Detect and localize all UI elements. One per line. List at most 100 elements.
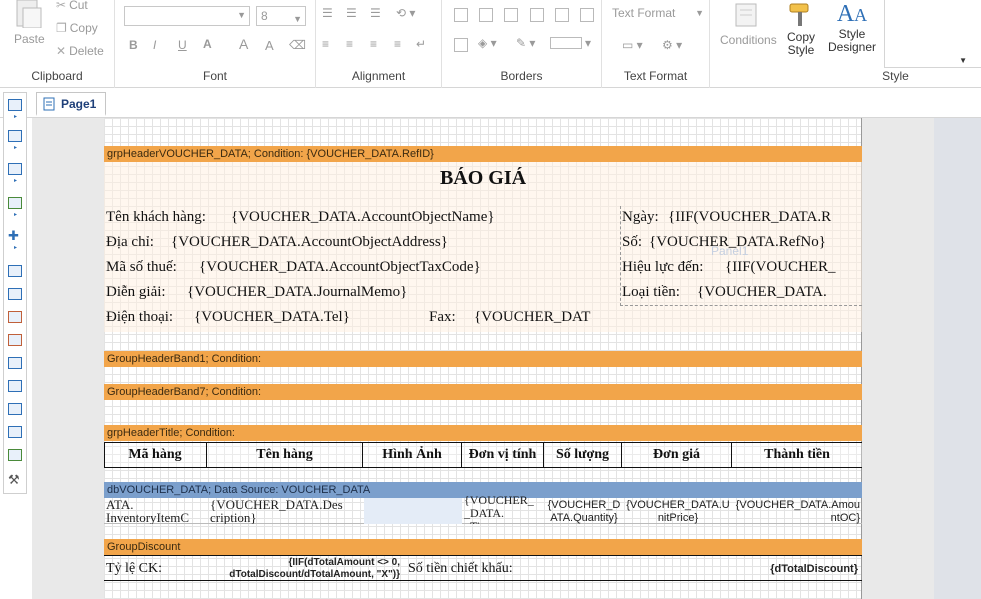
align-right-icon[interactable]: ≡	[370, 37, 377, 51]
field-tax-code[interactable]: {VOUCHER_DATA.AccountObjectTaxCode}	[199, 259, 609, 276]
align-middle-icon[interactable]: ☰	[346, 6, 357, 20]
detail-cell-image[interactable]	[364, 498, 462, 524]
label-discount-rate[interactable]: Tỷ lệ CK:	[106, 561, 162, 577]
col-header-quantity[interactable]: Số lượng	[544, 443, 622, 467]
format-settings-icon[interactable]: ⚙ ▾	[662, 38, 682, 52]
label-memo[interactable]: Diễn giải:	[106, 284, 166, 301]
fill-color-icon[interactable]: ◈ ▾	[478, 36, 497, 50]
align-center-icon[interactable]: ≡	[346, 37, 353, 51]
label-valid-until[interactable]: Hiệu lực đến:	[622, 259, 703, 276]
align-bottom-icon[interactable]: ☰	[370, 6, 381, 20]
text-format-combo[interactable]: Text Format ▼	[612, 6, 704, 20]
border-none-icon[interactable]	[580, 8, 594, 22]
toolbox-text-icon[interactable]	[8, 265, 22, 277]
field-valid-until[interactable]: {IIF(VOUCHER_	[725, 259, 853, 276]
col-header-item-name[interactable]: Tên hàng	[207, 443, 363, 467]
field-phone[interactable]: {VOUCHER_DATA.Tel}	[194, 309, 424, 326]
toolbox-image-icon[interactable]	[8, 197, 22, 209]
field-date[interactable]: {IIF(VOUCHER_DATA.R	[668, 209, 858, 226]
align-top-icon[interactable]: ☰	[322, 6, 333, 20]
design-canvas[interactable]: grpHeaderVOUCHER_DATA; Condition: {VOUCH…	[32, 118, 981, 599]
band-group-header-7[interactable]: GroupHeaderBand7; Condition:	[104, 384, 862, 400]
label-address[interactable]: Địa chỉ:	[106, 234, 154, 251]
toolbox-subreport-icon[interactable]	[8, 163, 22, 175]
label-ref-no[interactable]: Số:	[622, 234, 642, 251]
justify-icon[interactable]: ≡	[394, 37, 401, 51]
right-info-panel[interactable]: Panel1 Ngày: {IIF(VOUCHER_DATA.R Số: {VO…	[620, 206, 862, 306]
toolbox-checkbox-icon[interactable]	[8, 426, 22, 438]
toolbox-label-icon[interactable]	[8, 311, 22, 323]
underline-button[interactable]: U	[178, 38, 187, 52]
col-header-amount[interactable]: Thành tiền	[732, 443, 862, 467]
band-grp-header-voucher[interactable]: grpHeaderVOUCHER_DATA; Condition: {VOUCH…	[104, 146, 862, 162]
col-header-unit-price[interactable]: Đơn giá	[622, 443, 732, 467]
toolbox-richtext-icon[interactable]	[8, 288, 22, 300]
italic-button[interactable]: I	[153, 38, 156, 52]
align-left-icon[interactable]: ≡	[322, 37, 329, 51]
delete-button[interactable]: ✕ Delete	[56, 44, 104, 58]
format-options-icon[interactable]: ▭ ▾	[622, 38, 643, 52]
copy-style-button[interactable]: Copy Style	[780, 0, 822, 62]
field-memo[interactable]: {VOUCHER_DATA.JournalMemo}	[187, 284, 607, 301]
font-name-combo[interactable]: ▼	[124, 6, 250, 26]
label-phone[interactable]: Điện thoại:	[106, 309, 173, 326]
detail-cell-quantity[interactable]: {VOUCHER_D ATA.Quantity}	[546, 499, 622, 525]
cut-button[interactable]: ✂ Cut	[56, 0, 88, 12]
toolbox-picture-icon[interactable]	[8, 449, 22, 461]
label-currency[interactable]: Loại tiền:	[622, 284, 680, 301]
style-combo[interactable]: ▼	[884, 0, 981, 68]
toolbox-table-icon[interactable]	[8, 403, 22, 415]
field-fax[interactable]: {VOUCHER_DAT	[474, 309, 607, 326]
field-currency[interactable]: {VOUCHER_DATA.	[697, 284, 855, 301]
label-tax-code[interactable]: Mã số thuế:	[106, 259, 177, 276]
eraser-icon[interactable]: ⌫	[289, 38, 306, 52]
report-page[interactable]: grpHeaderVOUCHER_DATA; Condition: {VOUCH…	[104, 118, 862, 599]
conditions-button[interactable]: Conditions	[720, 0, 777, 60]
label-date[interactable]: Ngày:	[622, 209, 659, 226]
border-all-icon[interactable]	[454, 8, 468, 22]
border-bottom-icon[interactable]	[530, 8, 544, 22]
border-top-icon[interactable]	[479, 8, 493, 22]
detail-cell-unit[interactable]: {VOUCHER_ _DATA. _Ti...	[464, 494, 544, 524]
band-group-discount[interactable]: GroupDiscount	[104, 539, 862, 555]
grow-font-button[interactable]: A	[239, 36, 248, 52]
col-header-item-code[interactable]: Mã hàng	[104, 443, 207, 467]
toolbox-tools-icon[interactable]: ⚒	[8, 473, 22, 486]
font-size-combo[interactable]: 8 ▼	[256, 6, 306, 26]
toolbox-panel-icon[interactable]	[8, 357, 22, 369]
toolbox-puzzle-icon[interactable]: ✚	[8, 229, 22, 242]
border-right-icon[interactable]	[504, 8, 518, 22]
label-fax[interactable]: Fax:	[429, 309, 456, 326]
detail-cell-item-code[interactable]: ATA. InventoryItemC	[106, 498, 206, 524]
paste-button[interactable]: Paste	[10, 0, 46, 52]
band-grp-header-title[interactable]: grpHeaderTitle; Condition:	[104, 425, 862, 441]
label-customer-name[interactable]: Tên khách hàng:	[106, 209, 206, 226]
label-discount-amount[interactable]: Số tiền chiết khấu:	[408, 561, 513, 577]
border-left-icon[interactable]	[555, 8, 569, 22]
font-color-button[interactable]: A	[203, 37, 212, 51]
bold-button[interactable]: B	[129, 38, 138, 52]
toolbox-line-icon[interactable]	[8, 380, 22, 392]
toolbox-band-icon[interactable]	[8, 99, 22, 111]
detail-cell-unit-price[interactable]: {VOUCHER_DATA.U nitPrice}	[624, 499, 732, 525]
detail-cell-description[interactable]: {VOUCHER_DATA.Des cription}	[210, 498, 362, 524]
shrink-font-button[interactable]: A	[265, 38, 274, 53]
field-customer-name[interactable]: {VOUCHER_DATA.AccountObjectName}	[231, 209, 611, 226]
field-address[interactable]: {VOUCHER_DATA.AccountObjectAddress}	[171, 234, 611, 251]
toolbox-barcode-icon[interactable]	[8, 334, 22, 346]
col-header-unit[interactable]: Đơn vị tính	[462, 443, 544, 467]
tab-page1[interactable]: Page1	[36, 92, 106, 116]
field-discount-amount[interactable]: {dTotalDiscount}	[744, 563, 858, 576]
border-color-icon[interactable]: ✎ ▾	[516, 36, 535, 50]
border-width-combo[interactable]: ▾	[550, 36, 591, 50]
toolbox-header-icon[interactable]	[8, 130, 22, 142]
copy-button[interactable]: ❐ Copy	[56, 21, 98, 35]
style-designer-button[interactable]: AA Style Designer	[826, 0, 878, 62]
band-group-header-1[interactable]: GroupHeaderBand1; Condition:	[104, 351, 862, 367]
report-title[interactable]: BÁO GIÁ	[104, 167, 862, 190]
field-ref-no[interactable]: {VOUCHER_DATA.RefNo}	[649, 234, 859, 251]
wrap-text-icon[interactable]: ↵	[416, 37, 426, 51]
col-header-image[interactable]: Hình Ảnh	[363, 443, 462, 467]
field-discount-formula[interactable]: {IIF(dTotalAmount <> 0, dTotalDiscount/d…	[204, 557, 400, 581]
detail-cell-amount[interactable]: {VOUCHER_DATA.Amou ntOC}	[734, 499, 860, 525]
